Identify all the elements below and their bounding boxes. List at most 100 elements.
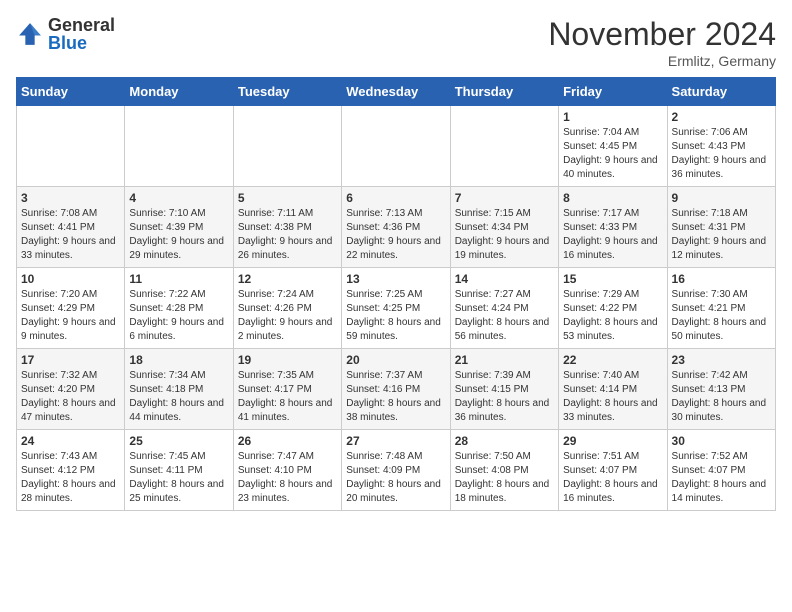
weekday-header-sunday: Sunday xyxy=(17,78,125,106)
day-info-29: Sunrise: 7:51 AM Sunset: 4:07 PM Dayligh… xyxy=(563,450,662,506)
month-title: November 2024 xyxy=(548,16,776,53)
day-info-16: Sunrise: 7:30 AM Sunset: 4:21 PM Dayligh… xyxy=(672,288,771,344)
day-info-27: Sunrise: 7:48 AM Sunset: 4:09 PM Dayligh… xyxy=(346,450,445,506)
day-cell-21: 21Sunrise: 7:39 AM Sunset: 4:15 PM Dayli… xyxy=(450,349,558,430)
day-cell-30: 30 Sunrise: 7:52 AM Sunset: 4:07 PM Dayli… xyxy=(667,430,775,511)
day-number-26: 26 xyxy=(238,434,337,448)
day-cell-10: 10 Sunrise: 7:20 AM Sunset: 4:29 PM Dayli… xyxy=(17,268,125,349)
day-number-11: 11 xyxy=(129,272,228,286)
day-info-15: Sunrise: 7:29 AM Sunset: 4:22 PM Dayligh… xyxy=(563,288,662,344)
day-info-23: Sunrise: 7:42 AM Sunset: 4:13 PM Dayligh… xyxy=(672,369,771,425)
day-number-29: 29 xyxy=(563,434,662,448)
day-info-13: Sunrise: 7:25 AM Sunset: 4:25 PM Dayligh… xyxy=(346,288,445,344)
weekday-header-row: SundayMondayTuesdayWednesdayThursdayFrid… xyxy=(17,78,776,106)
title-block: November 2024 Ermlitz, Germany xyxy=(548,16,776,69)
day-cell-20: 20Sunrise: 7:37 AM Sunset: 4:16 PM Dayli… xyxy=(342,349,450,430)
day-number-17: 17 xyxy=(21,353,120,367)
day-cell-14: 14Sunrise: 7:27 AM Sunset: 4:24 PM Dayli… xyxy=(450,268,558,349)
day-info-12: Sunrise: 7:24 AM Sunset: 4:26 PM Dayligh… xyxy=(238,288,337,344)
day-cell-12: 12 Sunrise: 7:24 AM Sunset: 4:26 PM Dayli… xyxy=(233,268,341,349)
day-cell-15: 15 Sunrise: 7:29 AM Sunset: 4:22 PM Dayli… xyxy=(559,268,667,349)
day-cell-4: 4Sunrise: 7:10 AM Sunset: 4:39 PM Daylig… xyxy=(125,187,233,268)
weekday-header-saturday: Saturday xyxy=(667,78,775,106)
day-number-13: 13 xyxy=(346,272,445,286)
day-cell-2: 2 Sunrise: 7:06 AM Sunset: 4:43 PM Daylig… xyxy=(667,106,775,187)
week-row-1: 1Sunrise: 7:04 AM Sunset: 4:45 PM Daylig… xyxy=(17,106,776,187)
day-number-9: 9 xyxy=(672,191,771,205)
day-info-2: Sunrise: 7:06 AM Sunset: 4:43 PM Dayligh… xyxy=(672,126,771,182)
week-row-2: 3 Sunrise: 7:08 AM Sunset: 4:41 PM Daylig… xyxy=(17,187,776,268)
weekday-header-wednesday: Wednesday xyxy=(342,78,450,106)
day-number-15: 15 xyxy=(563,272,662,286)
day-cell-13: 13 Sunrise: 7:25 AM Sunset: 4:25 PM Dayli… xyxy=(342,268,450,349)
empty-cell xyxy=(17,106,125,187)
day-number-10: 10 xyxy=(21,272,120,286)
day-info-24: Sunrise: 7:43 AM Sunset: 4:12 PM Dayligh… xyxy=(21,450,120,506)
day-info-9: Sunrise: 7:18 AM Sunset: 4:31 PM Dayligh… xyxy=(672,207,771,263)
day-info-20: Sunrise: 7:37 AM Sunset: 4:16 PM Dayligh… xyxy=(346,369,445,425)
day-number-1: 1 xyxy=(563,110,662,124)
day-cell-23: 23 Sunrise: 7:42 AM Sunset: 4:13 PM Dayli… xyxy=(667,349,775,430)
calendar-table: SundayMondayTuesdayWednesdayThursdayFrid… xyxy=(16,77,776,511)
week-row-5: 24 Sunrise: 7:43 AM Sunset: 4:12 PM Dayli… xyxy=(17,430,776,511)
day-info-25: Sunrise: 7:45 AM Sunset: 4:11 PM Dayligh… xyxy=(129,450,228,506)
empty-cell xyxy=(233,106,341,187)
weekday-header-tuesday: Tuesday xyxy=(233,78,341,106)
day-number-19: 19 xyxy=(238,353,337,367)
day-number-28: 28 xyxy=(455,434,554,448)
day-cell-27: 27 Sunrise: 7:48 AM Sunset: 4:09 PM Dayli… xyxy=(342,430,450,511)
day-info-6: Sunrise: 7:13 AM Sunset: 4:36 PM Dayligh… xyxy=(346,207,445,263)
day-number-14: 14 xyxy=(455,272,554,286)
day-info-11: Sunrise: 7:22 AM Sunset: 4:28 PM Dayligh… xyxy=(129,288,228,344)
day-number-6: 6 xyxy=(346,191,445,205)
day-number-22: 22 xyxy=(563,353,662,367)
day-cell-24: 24 Sunrise: 7:43 AM Sunset: 4:12 PM Dayli… xyxy=(17,430,125,511)
day-number-8: 8 xyxy=(563,191,662,205)
day-cell-5: 5Sunrise: 7:11 AM Sunset: 4:38 PM Daylig… xyxy=(233,187,341,268)
day-info-26: Sunrise: 7:47 AM Sunset: 4:10 PM Dayligh… xyxy=(238,450,337,506)
day-cell-6: 6 Sunrise: 7:13 AM Sunset: 4:36 PM Daylig… xyxy=(342,187,450,268)
day-number-30: 30 xyxy=(672,434,771,448)
day-number-3: 3 xyxy=(21,191,120,205)
week-row-4: 17Sunrise: 7:32 AM Sunset: 4:20 PM Dayli… xyxy=(17,349,776,430)
day-number-18: 18 xyxy=(129,353,228,367)
logo-general-text: General xyxy=(48,15,115,35)
day-cell-3: 3 Sunrise: 7:08 AM Sunset: 4:41 PM Daylig… xyxy=(17,187,125,268)
day-cell-16: 16 Sunrise: 7:30 AM Sunset: 4:21 PM Dayli… xyxy=(667,268,775,349)
weekday-header-monday: Monday xyxy=(125,78,233,106)
day-number-24: 24 xyxy=(21,434,120,448)
day-info-30: Sunrise: 7:52 AM Sunset: 4:07 PM Dayligh… xyxy=(672,450,771,506)
day-cell-26: 26 Sunrise: 7:47 AM Sunset: 4:10 PM Dayli… xyxy=(233,430,341,511)
weekday-header-thursday: Thursday xyxy=(450,78,558,106)
day-info-7: Sunrise: 7:15 AM Sunset: 4:34 PM Dayligh… xyxy=(455,207,554,263)
day-info-10: Sunrise: 7:20 AM Sunset: 4:29 PM Dayligh… xyxy=(21,288,120,344)
day-cell-18: 18 Sunrise: 7:34 AM Sunset: 4:18 PM Dayli… xyxy=(125,349,233,430)
day-cell-17: 17Sunrise: 7:32 AM Sunset: 4:20 PM Dayli… xyxy=(17,349,125,430)
day-number-5: 5 xyxy=(238,191,337,205)
day-number-4: 4 xyxy=(129,191,228,205)
day-cell-8: 8 Sunrise: 7:17 AM Sunset: 4:33 PM Daylig… xyxy=(559,187,667,268)
day-number-2: 2 xyxy=(672,110,771,124)
day-info-22: Sunrise: 7:40 AM Sunset: 4:14 PM Dayligh… xyxy=(563,369,662,425)
day-cell-25: 25 Sunrise: 7:45 AM Sunset: 4:11 PM Dayli… xyxy=(125,430,233,511)
day-number-21: 21 xyxy=(455,353,554,367)
day-info-3: Sunrise: 7:08 AM Sunset: 4:41 PM Dayligh… xyxy=(21,207,120,263)
day-cell-28: 28Sunrise: 7:50 AM Sunset: 4:08 PM Dayli… xyxy=(450,430,558,511)
day-cell-7: 7Sunrise: 7:15 AM Sunset: 4:34 PM Daylig… xyxy=(450,187,558,268)
day-info-8: Sunrise: 7:17 AM Sunset: 4:33 PM Dayligh… xyxy=(563,207,662,263)
day-cell-11: 11 Sunrise: 7:22 AM Sunset: 4:28 PM Dayli… xyxy=(125,268,233,349)
day-number-27: 27 xyxy=(346,434,445,448)
day-number-16: 16 xyxy=(672,272,771,286)
day-cell-19: 19Sunrise: 7:35 AM Sunset: 4:17 PM Dayli… xyxy=(233,349,341,430)
day-cell-22: 22 Sunrise: 7:40 AM Sunset: 4:14 PM Dayli… xyxy=(559,349,667,430)
empty-cell xyxy=(125,106,233,187)
day-info-18: Sunrise: 7:34 AM Sunset: 4:18 PM Dayligh… xyxy=(129,369,228,425)
week-row-3: 10 Sunrise: 7:20 AM Sunset: 4:29 PM Dayli… xyxy=(17,268,776,349)
weekday-header-friday: Friday xyxy=(559,78,667,106)
day-number-25: 25 xyxy=(129,434,228,448)
logo-icon xyxy=(16,20,44,48)
logo: General Blue xyxy=(16,16,115,52)
day-cell-9: 9 Sunrise: 7:18 AM Sunset: 4:31 PM Daylig… xyxy=(667,187,775,268)
day-number-12: 12 xyxy=(238,272,337,286)
day-number-23: 23 xyxy=(672,353,771,367)
